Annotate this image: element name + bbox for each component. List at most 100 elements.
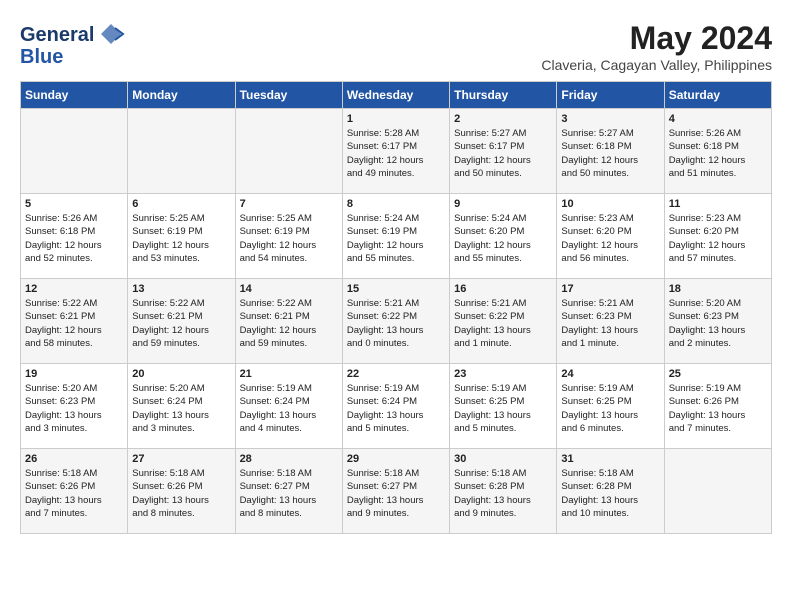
day-number: 12	[25, 283, 123, 295]
day-number: 17	[561, 283, 659, 295]
page-header: General Blue May 2024 Claveria, Cagayan …	[20, 20, 772, 73]
day-info: Sunrise: 5:19 AM Sunset: 6:25 PM Dayligh…	[561, 382, 659, 435]
day-info: Sunrise: 5:23 AM Sunset: 6:20 PM Dayligh…	[669, 212, 767, 265]
calendar-cell: 16 Sunrise: 5:21 AM Sunset: 6:22 PM Dayli…	[450, 279, 557, 364]
day-info: Sunrise: 5:18 AM Sunset: 6:27 PM Dayligh…	[347, 467, 445, 520]
day-info: Sunrise: 5:20 AM Sunset: 6:24 PM Dayligh…	[132, 382, 230, 435]
calendar-cell	[128, 109, 235, 194]
day-info: Sunrise: 5:24 AM Sunset: 6:19 PM Dayligh…	[347, 212, 445, 265]
title-section: May 2024 Claveria, Cagayan Valley, Phili…	[541, 20, 772, 73]
calendar-cell: 21 Sunrise: 5:19 AM Sunset: 6:24 PM Dayli…	[235, 364, 342, 449]
day-number: 2	[454, 113, 552, 125]
day-number: 27	[132, 453, 230, 465]
day-info: Sunrise: 5:25 AM Sunset: 6:19 PM Dayligh…	[132, 212, 230, 265]
calendar-cell: 15 Sunrise: 5:21 AM Sunset: 6:22 PM Dayli…	[342, 279, 449, 364]
calendar-week-row: 5 Sunrise: 5:26 AM Sunset: 6:18 PM Daylig…	[21, 194, 772, 279]
day-info: Sunrise: 5:22 AM Sunset: 6:21 PM Dayligh…	[25, 297, 123, 350]
day-number: 10	[561, 198, 659, 210]
day-info: Sunrise: 5:26 AM Sunset: 6:18 PM Dayligh…	[25, 212, 123, 265]
day-info: Sunrise: 5:28 AM Sunset: 6:17 PM Dayligh…	[347, 127, 445, 180]
column-header-thursday: Thursday	[450, 82, 557, 109]
day-number: 5	[25, 198, 123, 210]
calendar-cell: 17Sunrise: 5:21 AM Sunset: 6:23 PM Dayli…	[557, 279, 664, 364]
day-info: Sunrise: 5:18 AM Sunset: 6:27 PM Dayligh…	[240, 467, 338, 520]
day-info: Sunrise: 5:20 AM Sunset: 6:23 PM Dayligh…	[25, 382, 123, 435]
day-info: Sunrise: 5:19 AM Sunset: 6:24 PM Dayligh…	[347, 382, 445, 435]
column-header-tuesday: Tuesday	[235, 82, 342, 109]
calendar-cell	[664, 449, 771, 534]
day-number: 14	[240, 283, 338, 295]
column-header-sunday: Sunday	[21, 82, 128, 109]
day-number: 6	[132, 198, 230, 210]
calendar-cell: 6 Sunrise: 5:25 AM Sunset: 6:19 PM Daylig…	[128, 194, 235, 279]
calendar-cell	[235, 109, 342, 194]
day-number: 16	[454, 283, 552, 295]
logo-blue: Blue	[20, 46, 125, 69]
calendar-cell: 23Sunrise: 5:19 AM Sunset: 6:25 PM Dayli…	[450, 364, 557, 449]
calendar-cell: 4Sunrise: 5:26 AM Sunset: 6:18 PM Daylig…	[664, 109, 771, 194]
day-number: 22	[347, 368, 445, 380]
calendar-cell	[21, 109, 128, 194]
day-number: 8	[347, 198, 445, 210]
day-number: 20	[132, 368, 230, 380]
calendar-cell: 27 Sunrise: 5:18 AM Sunset: 6:26 PM Dayli…	[128, 449, 235, 534]
day-info: Sunrise: 5:21 AM Sunset: 6:22 PM Dayligh…	[454, 297, 552, 350]
day-number: 15	[347, 283, 445, 295]
day-info: Sunrise: 5:27 AM Sunset: 6:17 PM Dayligh…	[454, 127, 552, 180]
day-info: Sunrise: 5:19 AM Sunset: 6:24 PM Dayligh…	[240, 382, 338, 435]
calendar-week-row: 1 Sunrise: 5:28 AM Sunset: 6:17 PM Daylig…	[21, 109, 772, 194]
calendar-cell: 19Sunrise: 5:20 AM Sunset: 6:23 PM Dayli…	[21, 364, 128, 449]
day-info: Sunrise: 5:26 AM Sunset: 6:18 PM Dayligh…	[669, 127, 767, 180]
calendar-cell: 3 Sunrise: 5:27 AM Sunset: 6:18 PM Daylig…	[557, 109, 664, 194]
day-info: Sunrise: 5:22 AM Sunset: 6:21 PM Dayligh…	[132, 297, 230, 350]
calendar-cell: 5 Sunrise: 5:26 AM Sunset: 6:18 PM Daylig…	[21, 194, 128, 279]
day-number: 24	[561, 368, 659, 380]
calendar-header-row: SundayMondayTuesdayWednesdayThursdayFrid…	[21, 82, 772, 109]
column-header-wednesday: Wednesday	[342, 82, 449, 109]
calendar-cell: 9 Sunrise: 5:24 AM Sunset: 6:20 PM Daylig…	[450, 194, 557, 279]
logo: General Blue	[20, 20, 125, 69]
location-subtitle: Claveria, Cagayan Valley, Philippines	[541, 57, 772, 73]
day-number: 1	[347, 113, 445, 125]
calendar-cell: 7 Sunrise: 5:25 AM Sunset: 6:19 PM Daylig…	[235, 194, 342, 279]
day-number: 25	[669, 368, 767, 380]
month-year-title: May 2024	[541, 20, 772, 57]
calendar-week-row: 19Sunrise: 5:20 AM Sunset: 6:23 PM Dayli…	[21, 364, 772, 449]
calendar-cell: 14Sunrise: 5:22 AM Sunset: 6:21 PM Dayli…	[235, 279, 342, 364]
calendar-cell: 24 Sunrise: 5:19 AM Sunset: 6:25 PM Dayli…	[557, 364, 664, 449]
day-number: 9	[454, 198, 552, 210]
calendar-cell: 11 Sunrise: 5:23 AM Sunset: 6:20 PM Dayli…	[664, 194, 771, 279]
day-info: Sunrise: 5:21 AM Sunset: 6:22 PM Dayligh…	[347, 297, 445, 350]
column-header-friday: Friday	[557, 82, 664, 109]
column-header-saturday: Saturday	[664, 82, 771, 109]
logo-icon	[97, 20, 125, 48]
calendar-cell: 1 Sunrise: 5:28 AM Sunset: 6:17 PM Daylig…	[342, 109, 449, 194]
day-number: 13	[132, 283, 230, 295]
logo-general: General	[20, 24, 94, 47]
day-info: Sunrise: 5:23 AM Sunset: 6:20 PM Dayligh…	[561, 212, 659, 265]
day-number: 7	[240, 198, 338, 210]
day-info: Sunrise: 5:19 AM Sunset: 6:25 PM Dayligh…	[454, 382, 552, 435]
day-number: 26	[25, 453, 123, 465]
day-number: 21	[240, 368, 338, 380]
day-info: Sunrise: 5:27 AM Sunset: 6:18 PM Dayligh…	[561, 127, 659, 180]
day-number: 30	[454, 453, 552, 465]
day-number: 11	[669, 198, 767, 210]
day-info: Sunrise: 5:25 AM Sunset: 6:19 PM Dayligh…	[240, 212, 338, 265]
day-info: Sunrise: 5:18 AM Sunset: 6:26 PM Dayligh…	[132, 467, 230, 520]
calendar-cell: 2 Sunrise: 5:27 AM Sunset: 6:17 PM Daylig…	[450, 109, 557, 194]
calendar-week-row: 12 Sunrise: 5:22 AM Sunset: 6:21 PM Dayli…	[21, 279, 772, 364]
calendar-table: SundayMondayTuesdayWednesdayThursdayFrid…	[20, 81, 772, 534]
calendar-cell: 8 Sunrise: 5:24 AM Sunset: 6:19 PM Daylig…	[342, 194, 449, 279]
calendar-cell: 25 Sunrise: 5:19 AM Sunset: 6:26 PM Dayli…	[664, 364, 771, 449]
calendar-cell: 31Sunrise: 5:18 AM Sunset: 6:28 PM Dayli…	[557, 449, 664, 534]
calendar-cell: 12 Sunrise: 5:22 AM Sunset: 6:21 PM Dayli…	[21, 279, 128, 364]
calendar-week-row: 26 Sunrise: 5:18 AM Sunset: 6:26 PM Dayli…	[21, 449, 772, 534]
calendar-cell: 28Sunrise: 5:18 AM Sunset: 6:27 PM Dayli…	[235, 449, 342, 534]
day-number: 3	[561, 113, 659, 125]
calendar-cell: 22 Sunrise: 5:19 AM Sunset: 6:24 PM Dayli…	[342, 364, 449, 449]
day-info: Sunrise: 5:24 AM Sunset: 6:20 PM Dayligh…	[454, 212, 552, 265]
calendar-cell: 30Sunrise: 5:18 AM Sunset: 6:28 PM Dayli…	[450, 449, 557, 534]
day-info: Sunrise: 5:19 AM Sunset: 6:26 PM Dayligh…	[669, 382, 767, 435]
day-info: Sunrise: 5:18 AM Sunset: 6:26 PM Dayligh…	[25, 467, 123, 520]
